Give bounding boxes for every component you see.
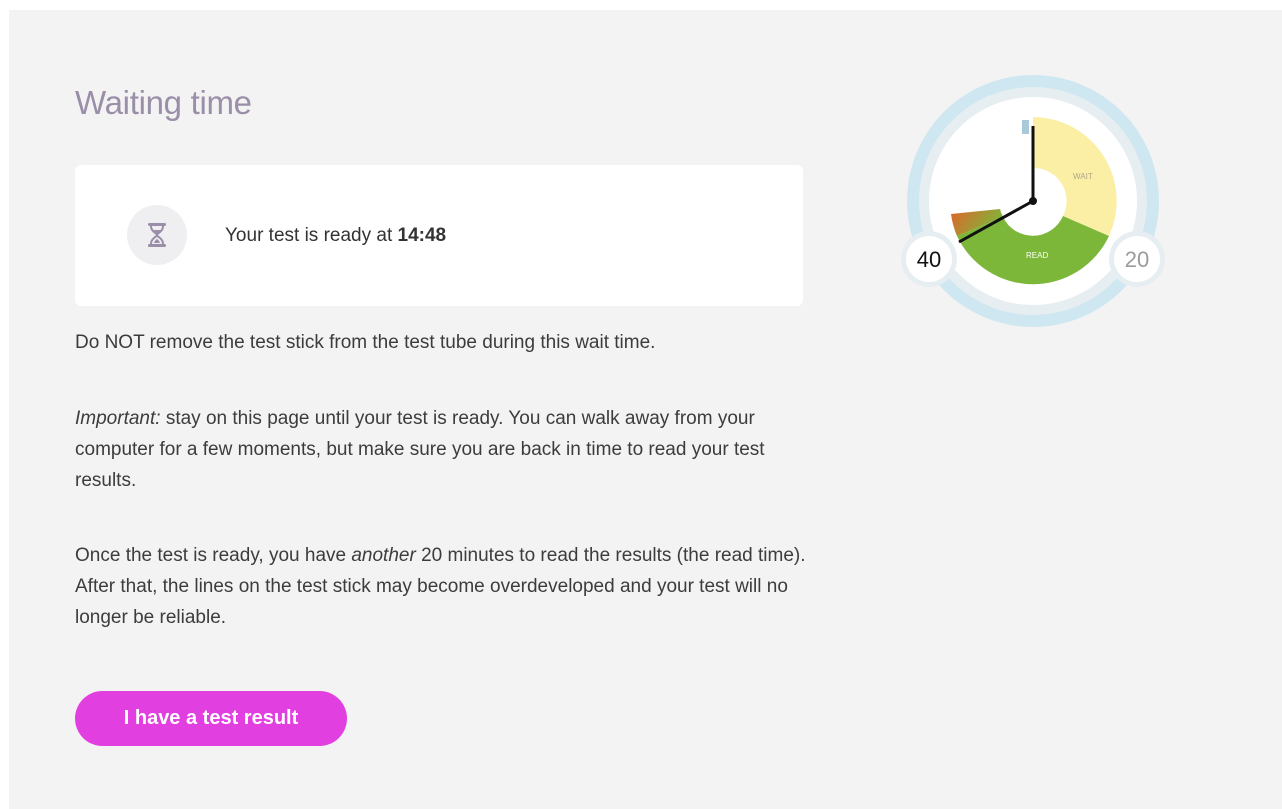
hourglass-icon — [127, 205, 187, 265]
hand-pivot — [1029, 197, 1037, 205]
ready-message-prefix: Your test is ready at — [225, 225, 398, 246]
test-result-button[interactable]: I have a test result — [75, 691, 347, 746]
page-title: Waiting time — [75, 84, 252, 121]
timer-label-20: 20 — [1125, 247, 1149, 272]
read-time-emphasis: another — [351, 545, 416, 566]
important-label: Important: — [75, 408, 161, 429]
ready-time-value: 14:48 — [397, 225, 447, 246]
read-time-text-a: Once the test is ready, you have — [75, 545, 352, 566]
start-marker — [1022, 120, 1029, 134]
important-text: stay on this page until your test is rea… — [75, 408, 765, 491]
instruction-do-not-remove: Do NOT remove the test stick from the te… — [75, 332, 656, 353]
instruction-read-time: Once the test is ready, you have another… — [75, 540, 815, 633]
timer-label-40: 40 — [917, 247, 941, 272]
timer-dial: WAIT READ 40 20 — [901, 75, 1165, 327]
wait-label: WAIT — [1073, 172, 1093, 181]
instruction-important: Important: stay on this page until your … — [75, 403, 815, 496]
ready-message: Your test is ready at 14:48 — [225, 225, 446, 247]
ready-time-card: Your test is ready at 14:48 — [75, 165, 803, 306]
read-label: READ — [1026, 251, 1048, 260]
